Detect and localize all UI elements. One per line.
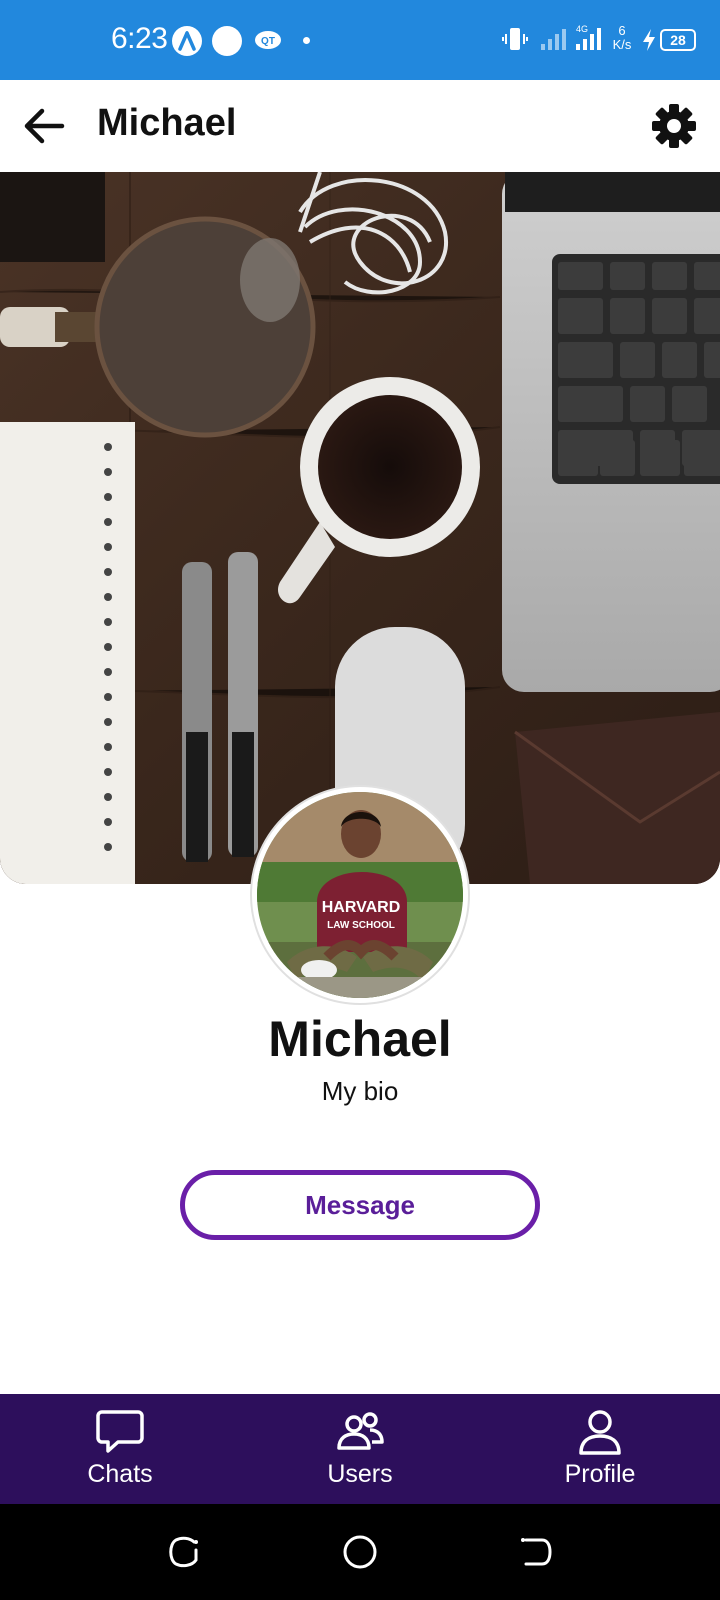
status-time: 6:23: [111, 22, 168, 55]
back-button[interactable]: [22, 106, 66, 146]
more-notifications-icon: [303, 37, 310, 44]
status-bar: 6:23 QT 4G 6 K/s 28: [0, 0, 720, 80]
vibrate-icon: [502, 26, 528, 57]
profile-name: Michael: [268, 1011, 452, 1067]
nav-item-users[interactable]: Users: [270, 1394, 450, 1504]
system-back-button[interactable]: [518, 1534, 554, 1570]
charging-icon: [641, 28, 657, 57]
nav-item-profile[interactable]: Profile: [510, 1394, 690, 1504]
recent-apps-button[interactable]: [166, 1534, 202, 1570]
battery-level: 28: [660, 29, 696, 51]
network-speed: 6 K/s: [612, 23, 632, 52]
settings-button[interactable]: [650, 102, 698, 150]
back-gesture-icon: [521, 1538, 552, 1566]
profile-bio: My bio: [321, 1076, 399, 1106]
cover-photo: [0, 172, 720, 884]
svg-text:LAW SCHOOL: LAW SCHOOL: [327, 920, 395, 931]
nav-label-chats: Chats: [87, 1460, 153, 1488]
arrow-left-icon: [24, 108, 65, 144]
gear-icon: [652, 104, 696, 148]
message-button[interactable]: Message: [180, 1170, 540, 1240]
app-bar: Michael: [0, 80, 720, 172]
recent-apps-icon: [169, 1536, 198, 1568]
users-icon: [337, 1412, 384, 1450]
person-icon: [579, 1410, 621, 1455]
bottom-navigation: Chats Users Profile: [0, 1394, 720, 1504]
nav-label-users: Users: [327, 1460, 393, 1488]
signal-strength-4g-icon: 4G: [575, 22, 605, 57]
chat-bubble-icon: [96, 1410, 144, 1453]
page-title: Michael: [97, 102, 237, 144]
nav-item-chats[interactable]: Chats: [30, 1394, 210, 1504]
nav-label-profile: Profile: [564, 1460, 636, 1488]
system-navigation-bar: [0, 1504, 720, 1600]
notification-dot-icon: [212, 26, 242, 56]
svg-text:4G: 4G: [576, 24, 588, 34]
svg-text:QT: QT: [261, 36, 275, 47]
signal-strength-icon: [540, 26, 570, 57]
svg-text:HARVARD: HARVARD: [322, 899, 401, 916]
qt-notification-icon: QT: [254, 30, 282, 50]
home-circle-icon: [343, 1535, 377, 1569]
home-button[interactable]: [342, 1534, 378, 1570]
app-notification-icon: [172, 26, 202, 56]
avatar[interactable]: HARVARD LAW SCHOOL: [250, 785, 470, 1005]
